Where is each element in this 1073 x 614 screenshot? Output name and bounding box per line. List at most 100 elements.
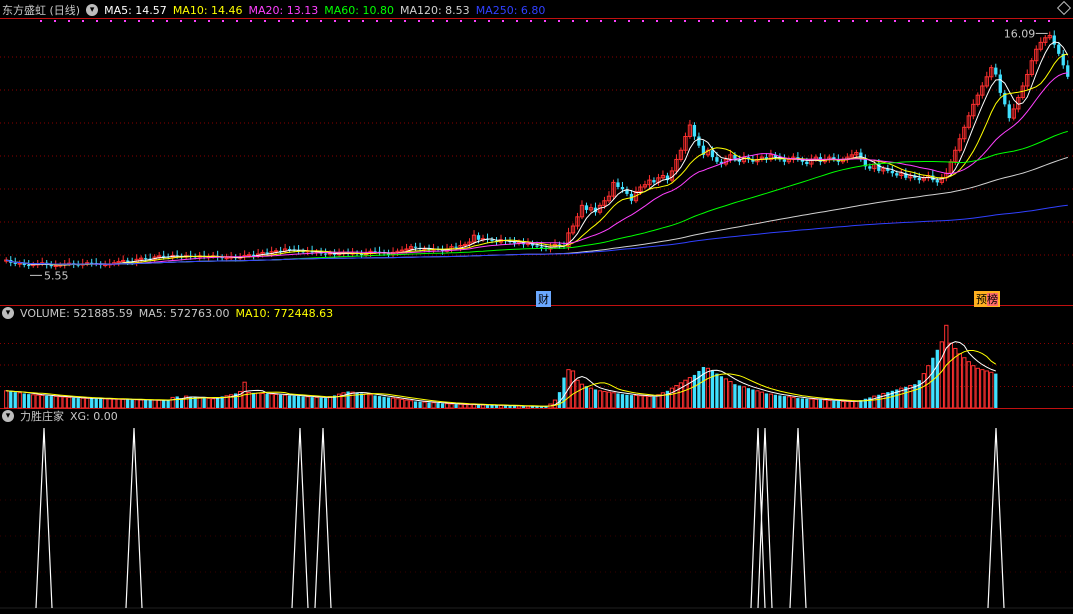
volume-bar xyxy=(278,394,283,408)
candle-body xyxy=(144,258,148,260)
candle-body xyxy=(265,252,269,254)
candle-body xyxy=(652,180,656,183)
volume-bar xyxy=(395,398,400,409)
volume-bar xyxy=(377,396,382,408)
xg-signal-spike xyxy=(750,427,766,609)
volume-bar xyxy=(53,395,58,409)
volume-bar xyxy=(966,361,971,409)
volume-bar xyxy=(9,391,13,408)
ma5-label: MA5: 14.57 xyxy=(104,3,167,17)
price-top-dot xyxy=(474,20,476,22)
xg-signal-spike xyxy=(35,427,53,609)
price-top-dot xyxy=(432,20,434,22)
volume-bar xyxy=(134,399,139,409)
price-top-dot xyxy=(1020,20,1022,22)
volume-bar xyxy=(436,403,440,408)
price-top-dot xyxy=(348,20,350,22)
candle-body xyxy=(224,257,229,260)
low-price-label: 5.55 xyxy=(44,269,69,282)
volume-bar xyxy=(49,396,53,408)
diamond-icon[interactable] xyxy=(1056,0,1072,16)
volume-bar xyxy=(206,397,211,409)
volume-bar xyxy=(579,383,585,409)
ma20-label: MA20: 13.13 xyxy=(248,3,319,17)
volume-bar xyxy=(144,400,148,408)
price-chart[interactable]: 16.09 5.55 xyxy=(0,16,1073,306)
volume-bar xyxy=(255,392,261,409)
candle-body xyxy=(27,265,31,267)
volume-bar xyxy=(620,394,625,408)
volume-bar xyxy=(467,404,472,409)
ma60-label: MA60: 10.80 xyxy=(324,3,394,17)
volume-bar xyxy=(854,400,859,409)
price-top-dot xyxy=(1034,20,1036,22)
candle-body xyxy=(616,182,620,187)
volume-bar xyxy=(606,391,612,409)
chevron-down-icon[interactable]: ▾ xyxy=(86,4,99,16)
price-top-dot xyxy=(782,20,784,22)
volume-bar xyxy=(971,365,976,409)
volume-bar xyxy=(737,385,742,408)
volume-bar xyxy=(323,398,328,408)
candle-body xyxy=(13,262,17,264)
candle-body xyxy=(710,150,715,158)
volume-bar xyxy=(562,377,566,408)
candle-body xyxy=(323,253,328,255)
volume-bar xyxy=(570,370,576,409)
candle-body xyxy=(53,265,58,268)
volume-bar xyxy=(413,401,418,408)
price-top-dot xyxy=(768,20,770,22)
price-top-dot xyxy=(236,20,238,22)
volume-bar xyxy=(588,387,594,409)
volume-bar xyxy=(652,396,656,408)
volume-bar xyxy=(40,394,45,409)
volume-bar xyxy=(512,405,517,408)
volume-bar xyxy=(80,397,85,409)
candle-body xyxy=(715,157,719,162)
volume-bar xyxy=(35,394,40,409)
candle-body xyxy=(1066,65,1070,77)
candle-body xyxy=(535,245,539,247)
volume-bar xyxy=(791,396,796,409)
candle-body xyxy=(512,242,517,244)
price-top-dot xyxy=(894,20,896,22)
price-top-dot xyxy=(250,20,252,22)
candle-body xyxy=(490,239,494,241)
volume-chart[interactable] xyxy=(0,318,1073,410)
volume-bar xyxy=(764,393,769,408)
volume-bar xyxy=(386,397,391,408)
volume-bar xyxy=(629,395,634,408)
candle-body xyxy=(868,166,872,169)
volume-bar xyxy=(314,396,319,409)
volume-bar xyxy=(616,393,620,408)
price-top-dot xyxy=(96,20,98,22)
volume-bar xyxy=(593,389,598,408)
volume-bar xyxy=(157,399,162,409)
volume-bar xyxy=(246,391,252,409)
xg-signal-spike xyxy=(314,427,332,609)
indicator-chart[interactable] xyxy=(0,422,1073,612)
volume-bar xyxy=(994,373,998,408)
volume-bar xyxy=(292,395,296,408)
volume-bar xyxy=(647,395,652,409)
chevron-down-icon[interactable]: ▾ xyxy=(2,410,14,422)
volume-bar xyxy=(638,395,643,409)
price-top-dot xyxy=(922,20,924,22)
xg-signal-spike xyxy=(987,427,1005,609)
volume-bar xyxy=(827,399,832,409)
volume-bar xyxy=(805,398,809,408)
volume-bar xyxy=(107,398,112,409)
price-top-dot xyxy=(852,20,854,22)
volume-bar xyxy=(584,386,589,408)
volume-bar xyxy=(166,400,170,408)
volume-bar xyxy=(130,399,134,408)
volume-bar xyxy=(809,398,814,409)
volume-bar xyxy=(440,403,445,408)
volume-bar xyxy=(76,398,80,408)
price-top-dot xyxy=(726,20,728,22)
volume-bar xyxy=(845,400,850,409)
volume-bar xyxy=(427,402,431,408)
volume-bar xyxy=(494,405,499,408)
volume-bar xyxy=(58,396,63,409)
candle-body xyxy=(805,161,809,165)
